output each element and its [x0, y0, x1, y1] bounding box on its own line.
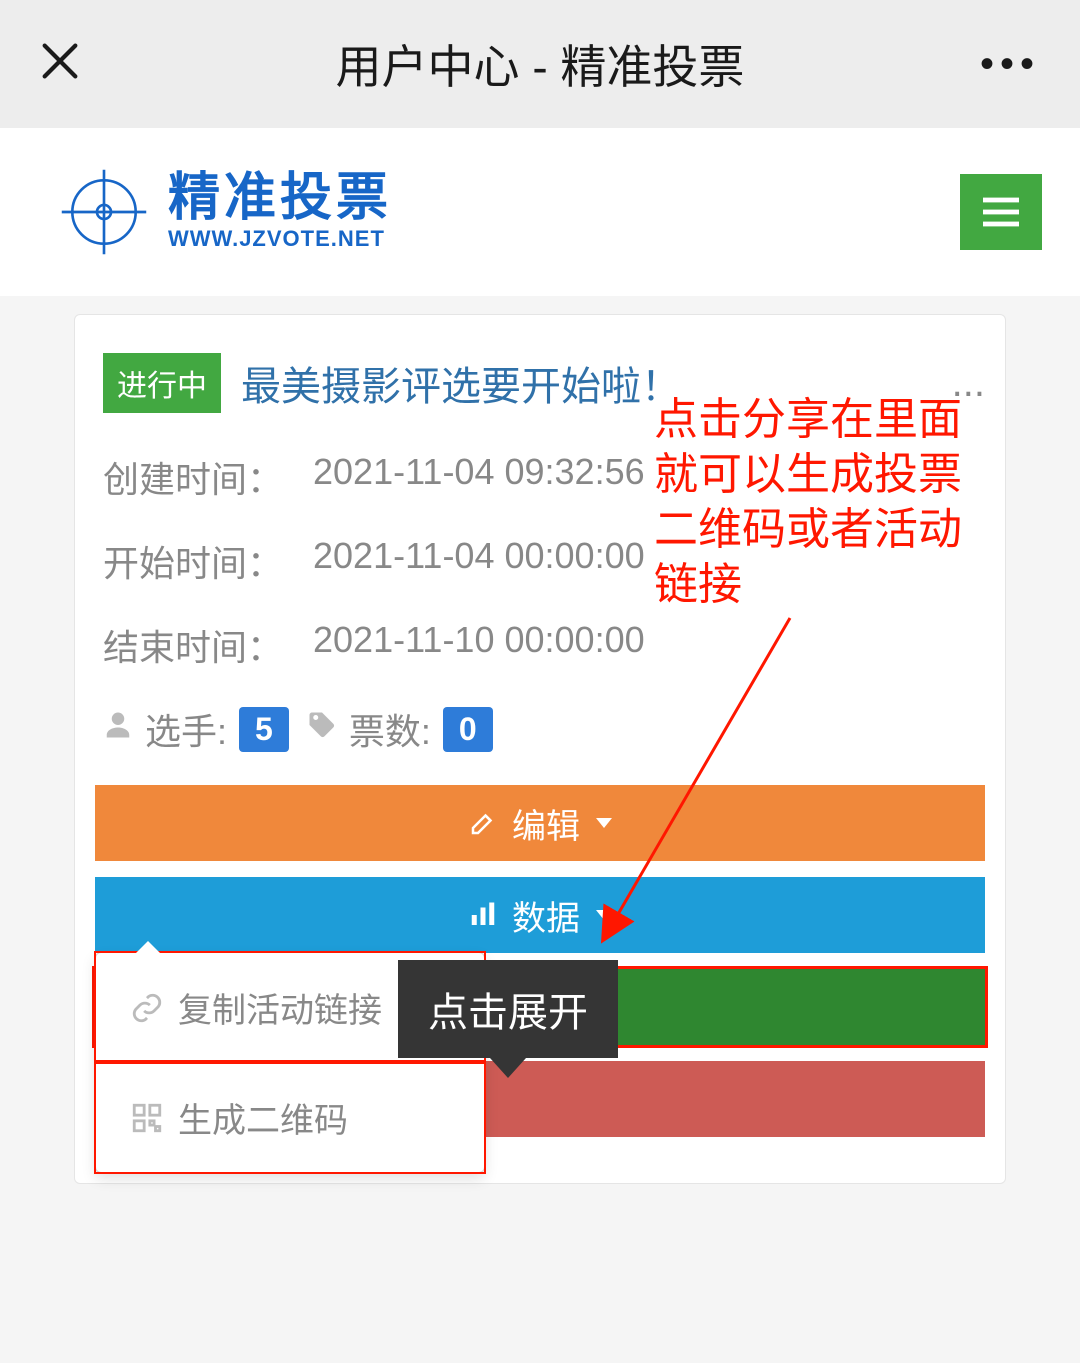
logo[interactable]: 精准投票 WWW.JZVOTE.NET [60, 168, 392, 256]
end-time-row: 结束时间： 2021-11-10 00:00:00 [95, 619, 985, 671]
contestants-label: 选手: [145, 703, 227, 755]
end-time-label: 结束时间： [103, 619, 313, 671]
start-time-value: 2021-11-04 00:00:00 [313, 535, 645, 587]
stats-row: 选手: 5 票数: 0 [95, 703, 985, 755]
link-icon [130, 991, 164, 1025]
menu-button[interactable] [960, 174, 1042, 250]
data-button[interactable]: 数据 [95, 877, 985, 953]
votes-label: 票数: [349, 703, 431, 755]
votes-count: 0 [443, 707, 493, 752]
copy-link-label: 复制活动链接 [178, 983, 382, 1032]
barchart-icon [468, 900, 498, 930]
tooltip-text: 点击展开 [428, 991, 588, 1035]
user-icon [103, 710, 133, 749]
logo-text-en: WWW.JZVOTE.NET [168, 226, 392, 252]
hamburger-icon [983, 197, 1019, 227]
app-topbar: 用户中心 - 精准投票 ••• [0, 0, 1080, 128]
chevron-down-icon [596, 910, 612, 920]
gen-qr-item[interactable]: 生成二维码 [96, 1062, 484, 1172]
logo-text-cn: 精准投票 [168, 172, 392, 224]
edit-icon [468, 808, 498, 838]
data-button-label: 数据 [512, 891, 580, 940]
create-time-value: 2021-11-04 09:32:56 [313, 451, 645, 503]
tooltip: 点击展开 [398, 960, 618, 1058]
more-icon[interactable]: ••• [980, 42, 1040, 87]
qrcode-icon [130, 1101, 164, 1135]
site-header: 精准投票 WWW.JZVOTE.NET [0, 128, 1080, 296]
page-title: 用户中心 - 精准投票 [0, 31, 1080, 97]
create-time-label: 创建时间： [103, 451, 313, 503]
close-icon[interactable] [30, 32, 90, 97]
status-badge: 进行中 [103, 353, 221, 413]
chevron-down-icon [596, 818, 612, 828]
edit-button-label: 编辑 [512, 799, 580, 848]
end-time-value: 2021-11-10 00:00:00 [313, 619, 645, 671]
tag-icon [307, 710, 337, 749]
edit-button[interactable]: 编辑 [95, 785, 985, 861]
contestants-count: 5 [239, 707, 289, 752]
annotation-text: 点击分享在里面就可以生成投票二维码或者活动链接 [654, 392, 994, 612]
target-icon [60, 168, 148, 256]
start-time-label: 开始时间： [103, 535, 313, 587]
gen-qr-label: 生成二维码 [178, 1093, 348, 1142]
